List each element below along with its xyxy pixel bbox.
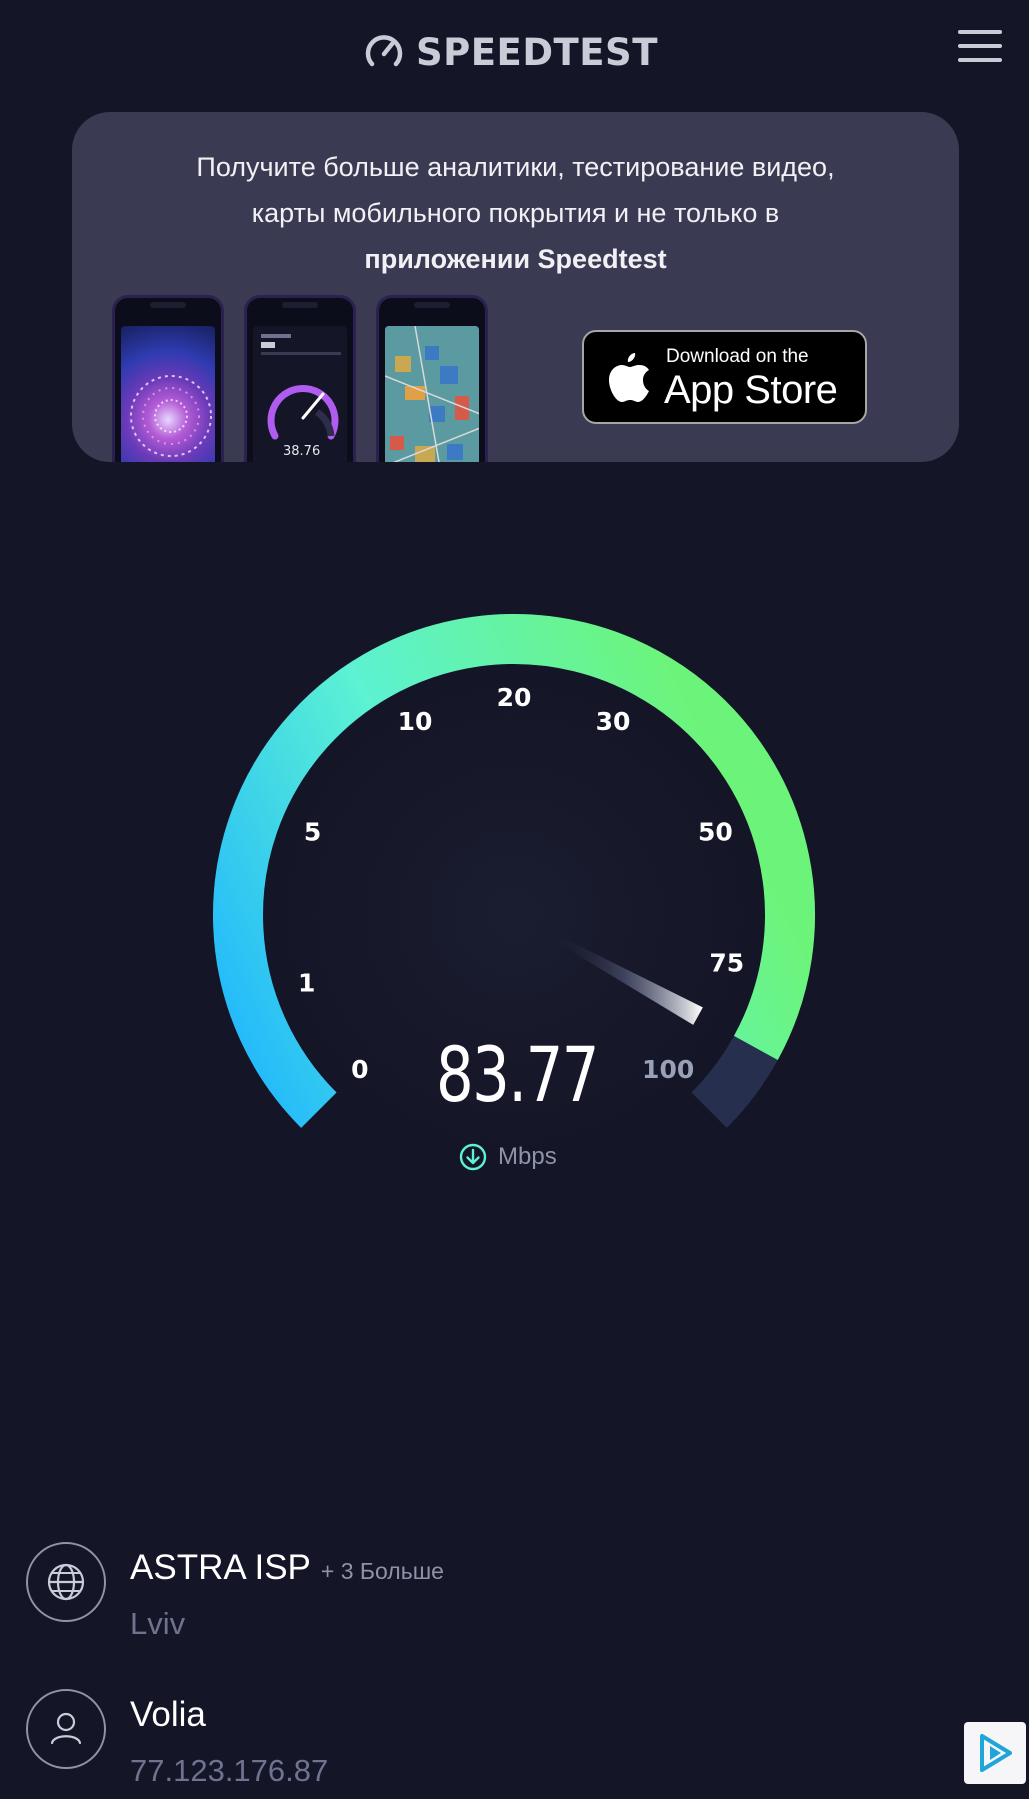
isp-info[interactable]: ASTRA ISP + 3 Больше Lviv	[26, 1542, 926, 1652]
isp-name-row: ASTRA ISP + 3 Больше	[130, 1548, 444, 1588]
host-info[interactable]: Volia 77.123.176.87	[26, 1689, 926, 1799]
hamburger-menu-icon[interactable]	[958, 28, 1004, 64]
logo-text: SPEEDTEST	[416, 30, 658, 74]
gauge-tick-30: 30	[596, 707, 631, 736]
phone-screenshot-2: 38.76	[244, 295, 356, 462]
unit-label: Mbps	[498, 1143, 557, 1170]
app-promo-banner: Получите больше аналитики, тестирование …	[72, 112, 959, 462]
speedtest-logo[interactable]: SPEEDTEST	[364, 28, 658, 76]
apple-icon	[609, 353, 649, 402]
unit-row: Mbps	[458, 1140, 557, 1174]
ad-choices-icon[interactable]	[964, 1722, 1026, 1784]
speed-gauge: 0 1 5 10 20 30 50 75 100 83.77 Mbps	[0, 560, 1029, 1200]
gauge-tick-1: 1	[298, 968, 315, 997]
promo-line-3: приложении Speedtest	[364, 244, 667, 274]
isp-name: ASTRA ISP	[130, 1548, 311, 1587]
gauge-tick-75: 75	[709, 949, 744, 978]
user-icon	[26, 1689, 106, 1769]
phone-screenshot-3	[376, 295, 488, 462]
phone-screenshot-1	[112, 295, 224, 462]
promo-line-2: карты мобильного покрытия и не только в	[251, 198, 780, 228]
app-screenshots: 38.76	[112, 295, 492, 462]
host-name: Volia	[130, 1695, 206, 1734]
gauge-tick-50: 50	[698, 818, 733, 847]
promo-line-1: Получите больше аналитики, тестирование …	[196, 152, 835, 182]
globe-icon	[26, 1542, 106, 1622]
app-store-button[interactable]: Download on the App Store	[582, 330, 867, 424]
top-bar: SPEEDTEST	[0, 0, 1029, 100]
speedometer-icon	[365, 35, 403, 67]
appstore-small-label: Download on the	[666, 346, 809, 367]
gauge-tick-5: 5	[304, 818, 321, 847]
download-arrow-icon	[459, 1143, 487, 1171]
gauge-tick-100: 100	[642, 1055, 694, 1084]
gauge-tick-10: 10	[398, 707, 433, 736]
phone-2-speed: 38.76	[283, 444, 321, 459]
gauge-tick-20: 20	[497, 683, 532, 712]
host-ip: 77.123.176.87	[130, 1753, 329, 1788]
appstore-big-label: App Store	[664, 368, 838, 412]
isp-more-link[interactable]: + 3 Больше	[321, 1558, 444, 1584]
speed-value: 83.77	[436, 1030, 599, 1119]
gauge-tick-0: 0	[351, 1055, 368, 1084]
promo-text: Получите больше аналитики, тестирование …	[112, 144, 919, 282]
isp-location: Lviv	[130, 1606, 186, 1641]
